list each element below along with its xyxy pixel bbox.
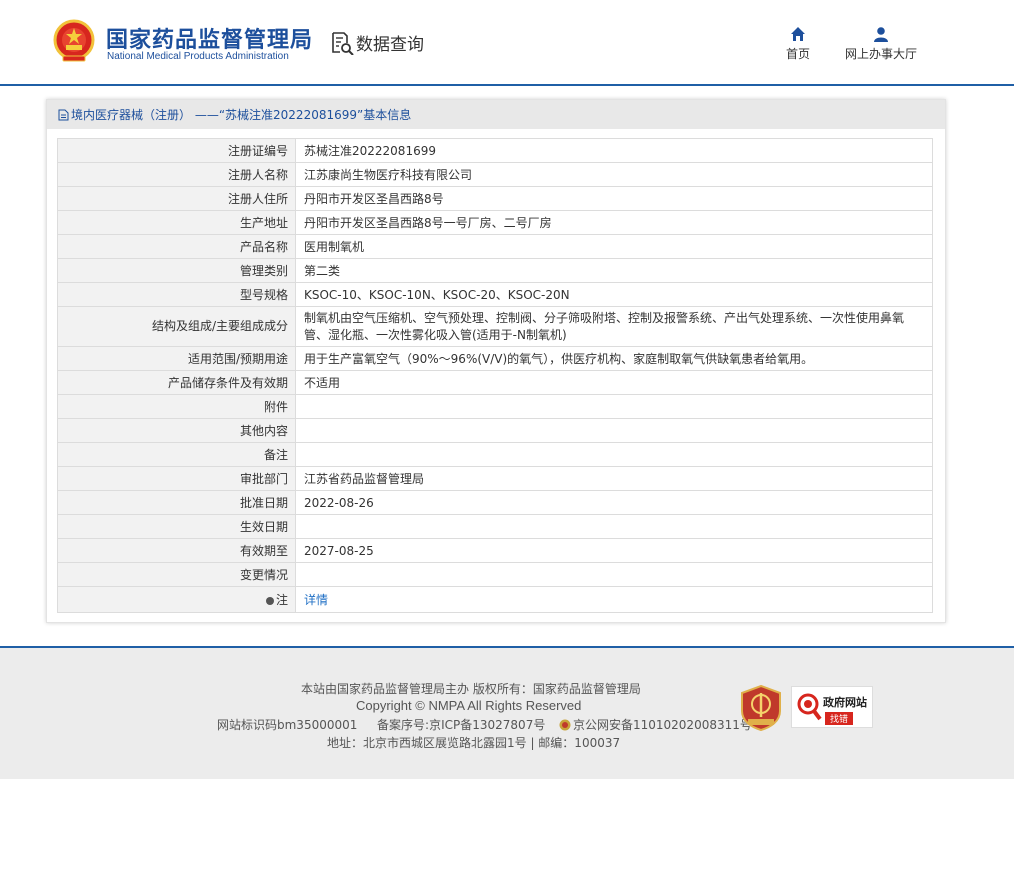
- table-row: 管理类别 第二类: [57, 258, 933, 283]
- table-row: 产品储存条件及有效期 不适用: [57, 370, 933, 395]
- table-row: 适用范围/预期用途 用于生产富氧空气（90%～96%(V/V)的氧气），供医疗机构…: [57, 346, 933, 371]
- row-key: 生效日期: [57, 514, 296, 539]
- police-badge-icon: [559, 719, 571, 731]
- government-website-error-report[interactable]: 政府网站 找错: [791, 686, 873, 728]
- data-query-section: 数据查询: [330, 30, 424, 55]
- row-value: [295, 394, 933, 419]
- row-key: 有效期至: [57, 538, 296, 563]
- bullet-icon: [265, 597, 274, 605]
- row-key-note: 注: [57, 586, 296, 613]
- row-key: 管理类别: [57, 258, 296, 283]
- row-key: 结构及组成/主要组成成分: [57, 306, 296, 347]
- site-logo-title[interactable]: 国家药品监督管理局: [106, 22, 313, 54]
- data-query-title: 数据查询: [356, 35, 424, 55]
- site-logo-subtitle[interactable]: National Medical Products Administration: [107, 51, 289, 62]
- footer-sponsor: 本站由国家药品监督管理局主办 版权所有：国家药品监督管理局: [301, 682, 641, 696]
- table-row: 生产地址 丹阳市开发区圣昌西路8号一号厂房、二号厂房: [57, 210, 933, 235]
- table-row: 产品名称 医用制氧机: [57, 234, 933, 259]
- row-key: 注册人名称: [57, 162, 296, 187]
- row-value: 苏械注准20222081699: [295, 138, 933, 163]
- row-value: 医用制氧机: [295, 234, 933, 259]
- site-id: 网站标识码bm35000001: [217, 718, 358, 732]
- row-value: 2022-08-26: [295, 490, 933, 515]
- row-key: 变更情况: [57, 562, 296, 587]
- icp-link[interactable]: 备案序号:京ICP备13027807号: [377, 718, 545, 732]
- nav-home-label: 首页: [785, 47, 810, 61]
- row-value: [295, 442, 933, 467]
- row-key: 型号规格: [57, 282, 296, 307]
- row-value: 丹阳市开发区圣昌西路8号: [295, 186, 933, 211]
- magnifier-icon: [797, 693, 822, 721]
- row-key: 注册证编号: [57, 138, 296, 163]
- row-value: 江苏康尚生物医疗科技有限公司: [295, 162, 933, 187]
- row-key: 批准日期: [57, 490, 296, 515]
- row-value: 制氧机由空气压缩机、空气预处理、控制阀、分子筛吸附塔、控制及报警系统、产出气处理…: [295, 306, 933, 347]
- panel-title: 境内医疗器械（注册） ——“苏械注准20222081699”基本信息: [71, 108, 412, 122]
- table-row: 注册证编号 苏械注准20222081699: [57, 138, 933, 163]
- site-footer: 本站由国家药品监督管理局主办 版权所有：国家药品监督管理局 Copyright …: [0, 646, 1014, 779]
- row-value: 江苏省药品监督管理局: [295, 466, 933, 491]
- table-row: 注册人名称 江苏康尚生物医疗科技有限公司: [57, 162, 933, 187]
- row-value: 不适用: [295, 370, 933, 395]
- panel-header: 境内医疗器械（注册） ——“苏械注准20222081699”基本信息: [47, 100, 945, 129]
- row-key: 审批部门: [57, 466, 296, 491]
- table-row: 生效日期: [57, 514, 933, 539]
- row-key: 生产地址: [57, 210, 296, 235]
- nav-home[interactable]: 首页: [783, 26, 813, 62]
- badge2-subtitle: 找错: [825, 712, 854, 725]
- table-row: 其他内容: [57, 418, 933, 443]
- document-icon: [58, 109, 69, 120]
- table-row: 有效期至 2027-08-25: [57, 538, 933, 563]
- row-key: 注册人住所: [57, 186, 296, 211]
- footer-registration: 网站标识码bm35000001 备案序号:京ICP备13027807号 京公网安…: [217, 716, 752, 733]
- table-row: 型号规格 KSOC-10、KSOC-10N、KSOC-20、KSOC-20N: [57, 282, 933, 307]
- table-row-note: 注 详情: [57, 586, 933, 613]
- home-icon: [791, 27, 805, 41]
- party-government-badge-icon[interactable]: [740, 685, 782, 731]
- details-link[interactable]: 详情: [304, 593, 328, 607]
- row-key: 附件: [57, 394, 296, 419]
- document-search-icon: [332, 31, 354, 55]
- row-value: 用于生产富氧空气（90%～96%(V/V)的氧气），供医疗机构、家庭制取氧气供缺…: [295, 346, 933, 371]
- row-key: 产品名称: [57, 234, 296, 259]
- row-key: 备注: [57, 442, 296, 467]
- table-row: 附件: [57, 394, 933, 419]
- row-key: 适用范围/预期用途: [57, 346, 296, 371]
- table-row: 变更情况: [57, 562, 933, 587]
- nav-online-service-hall[interactable]: 网上办事大厅: [843, 26, 919, 62]
- footer-copyright: Copyright © NMPA All Rights Reserved: [356, 698, 582, 713]
- detail-panel: 境内医疗器械（注册） ——“苏械注准20222081699”基本信息 注册证编号…: [46, 99, 946, 623]
- row-key: 产品储存条件及有效期: [57, 370, 296, 395]
- nav-online-service-hall-label: 网上办事大厅: [844, 47, 917, 61]
- table-row: 备注: [57, 442, 933, 467]
- national-emblem-icon[interactable]: [53, 19, 95, 63]
- table-row: 结构及组成/主要组成成分 制氧机由空气压缩机、空气预处理、控制阀、分子筛吸附塔、控…: [57, 306, 933, 347]
- note-label: 注: [275, 593, 288, 607]
- table-row: 审批部门 江苏省药品监督管理局: [57, 466, 933, 491]
- row-value: [295, 418, 933, 443]
- police-record-link[interactable]: 京公网安备11010202008311号: [573, 718, 752, 732]
- table-row: 批准日期 2022-08-26: [57, 490, 933, 515]
- row-value: 丹阳市开发区圣昌西路8号一号厂房、二号厂房: [295, 210, 933, 235]
- row-key: 其他内容: [57, 418, 296, 443]
- row-value: [295, 514, 933, 539]
- footer-address: 地址：北京市西城区展览路北露园1号 | 邮编：100037: [327, 736, 621, 750]
- site-header: 国家药品监督管理局 National Medical Products Admi…: [0, 0, 1014, 86]
- row-value: 2027-08-25: [295, 538, 933, 563]
- row-value: 第二类: [295, 258, 933, 283]
- table-row: 注册人住所 丹阳市开发区圣昌西路8号: [57, 186, 933, 211]
- row-value: KSOC-10、KSOC-10N、KSOC-20、KSOC-20N: [295, 282, 933, 307]
- row-value: [295, 562, 933, 587]
- row-value-note: 详情: [295, 586, 933, 613]
- user-icon: [874, 27, 888, 42]
- device-info-table: 注册证编号 苏械注准20222081699 注册人名称 江苏康尚生物医疗科技有限公司…: [57, 138, 933, 613]
- badge2-title: 政府网站: [823, 696, 867, 709]
